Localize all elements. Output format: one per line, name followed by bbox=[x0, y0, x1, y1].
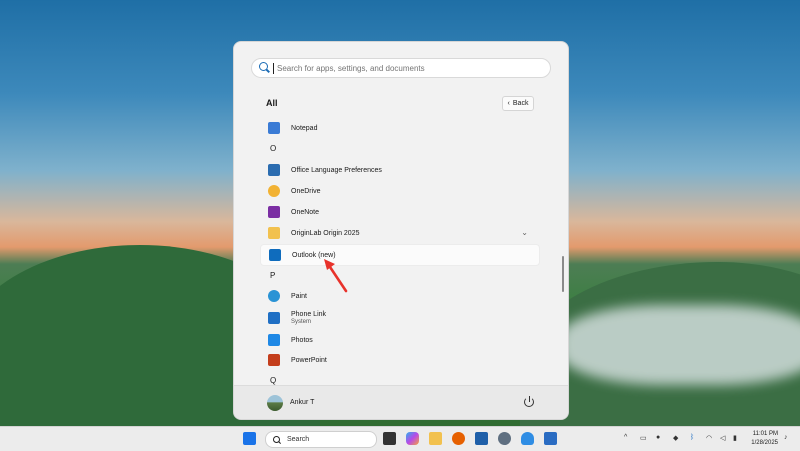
bluetooth-icon[interactable]: ᛒ bbox=[690, 434, 694, 441]
app-item-label: Office Language Preferences bbox=[291, 166, 382, 174]
back-button-label: Back bbox=[512, 100, 529, 107]
app-item-onenote[interactable]: OneNote bbox=[260, 202, 538, 222]
app-item-onedrive[interactable]: OneDrive bbox=[260, 181, 538, 201]
app-item-label: Phone Link bbox=[291, 311, 327, 318]
search-icon bbox=[273, 435, 281, 444]
app-item-label: Paint bbox=[291, 292, 307, 300]
paint-icon bbox=[268, 290, 280, 302]
start-search-box[interactable] bbox=[251, 58, 551, 78]
app-item-office-language-preferences[interactable]: Office Language Preferences bbox=[260, 160, 538, 180]
power-icon[interactable] bbox=[524, 396, 535, 407]
search-icon bbox=[259, 62, 271, 74]
back-button[interactable]: ‹ Back bbox=[502, 96, 534, 111]
github-icon[interactable]: ● bbox=[656, 434, 660, 441]
app-folder-originlab[interactable]: OriginLab Origin 2025 ⌄ bbox=[260, 223, 538, 243]
office-language-icon bbox=[268, 164, 280, 176]
onenote-icon bbox=[268, 206, 280, 218]
onedrive-icon[interactable] bbox=[521, 432, 534, 445]
chevron-up-icon[interactable]: ^ bbox=[624, 434, 627, 441]
clock-date[interactable]: 1/28/2025 bbox=[738, 440, 778, 446]
clock-time[interactable]: 11:01 PM bbox=[738, 431, 778, 437]
app-item-paint[interactable]: Paint bbox=[260, 286, 538, 306]
notepad-icon bbox=[268, 122, 280, 134]
app-item-label: OneNote bbox=[291, 208, 320, 216]
app-item-outlook-new[interactable]: Outlook (new) bbox=[260, 244, 540, 266]
app-item-labels: Phone Link System bbox=[291, 311, 326, 325]
app-item-label: Notepad bbox=[291, 124, 318, 132]
app-item-label: OriginLab Origin 2025 bbox=[291, 229, 360, 237]
avatar[interactable] bbox=[267, 395, 283, 411]
file-explorer-icon[interactable] bbox=[429, 432, 442, 445]
wallpaper-mist bbox=[560, 305, 800, 385]
wifi-icon[interactable]: ◠ bbox=[706, 434, 712, 442]
all-apps-title: All bbox=[266, 98, 278, 108]
photos-icon bbox=[268, 334, 280, 346]
onedrive-icon bbox=[268, 185, 280, 197]
phone-link-icon bbox=[268, 312, 280, 324]
taskbar-search-label: Search bbox=[287, 436, 310, 443]
network-device-icon[interactable]: ▭ bbox=[640, 434, 647, 442]
firefox-icon[interactable] bbox=[452, 432, 465, 445]
windows-start-icon[interactable] bbox=[243, 432, 256, 445]
chevron-left-icon: ‹ bbox=[507, 100, 510, 107]
app-item-sublabel: System bbox=[291, 319, 312, 325]
app-item-label: OneDrive bbox=[291, 187, 321, 195]
start-search-input[interactable] bbox=[277, 63, 537, 73]
taskbar-search[interactable]: Search bbox=[265, 431, 377, 448]
letter-header-p[interactable]: P bbox=[270, 271, 275, 280]
taskbar: Search ^ ▭ ● ◆ ᛒ ◠ ◁ ▮ 11:01 PM 1/28/202… bbox=[0, 426, 800, 451]
volume-icon[interactable]: ◁ bbox=[720, 434, 725, 442]
folder-icon bbox=[268, 227, 280, 239]
app-item-photos[interactable]: Photos bbox=[260, 330, 538, 350]
user-name[interactable]: Ankur T bbox=[290, 399, 314, 406]
list-scrollbar[interactable] bbox=[562, 256, 564, 292]
letter-header-q[interactable]: Q bbox=[270, 376, 276, 385]
settings-icon[interactable] bbox=[498, 432, 511, 445]
security-icon[interactable]: ◆ bbox=[673, 434, 678, 442]
outlook-icon bbox=[269, 249, 281, 261]
text-caret bbox=[273, 62, 274, 74]
start-menu: All ‹ Back Notepad O Office Language Pre… bbox=[233, 41, 569, 420]
app-item-phone-link[interactable]: Phone Link System bbox=[260, 307, 538, 329]
app-item-label: Outlook (new) bbox=[292, 251, 336, 259]
copilot-icon[interactable] bbox=[406, 432, 419, 445]
chevron-down-icon: ⌄ bbox=[521, 228, 528, 237]
store-icon[interactable] bbox=[544, 432, 557, 445]
app-item-label: PowerPoint bbox=[291, 356, 327, 364]
app-item-notepad[interactable]: Notepad bbox=[260, 118, 538, 138]
task-view-icon[interactable] bbox=[383, 432, 396, 445]
start-footer: Ankur T bbox=[234, 385, 568, 419]
letter-header-o[interactable]: O bbox=[270, 144, 276, 153]
battery-icon[interactable]: ▮ bbox=[733, 434, 737, 442]
all-apps-list: Notepad O Office Language Preferences On… bbox=[258, 118, 542, 388]
app-item-powerpoint[interactable]: PowerPoint bbox=[260, 350, 538, 370]
app-item-label: Photos bbox=[291, 336, 313, 344]
app-icon-blue[interactable] bbox=[475, 432, 488, 445]
powerpoint-icon bbox=[268, 354, 280, 366]
notification-bell-icon[interactable]: ♪ bbox=[784, 434, 788, 441]
